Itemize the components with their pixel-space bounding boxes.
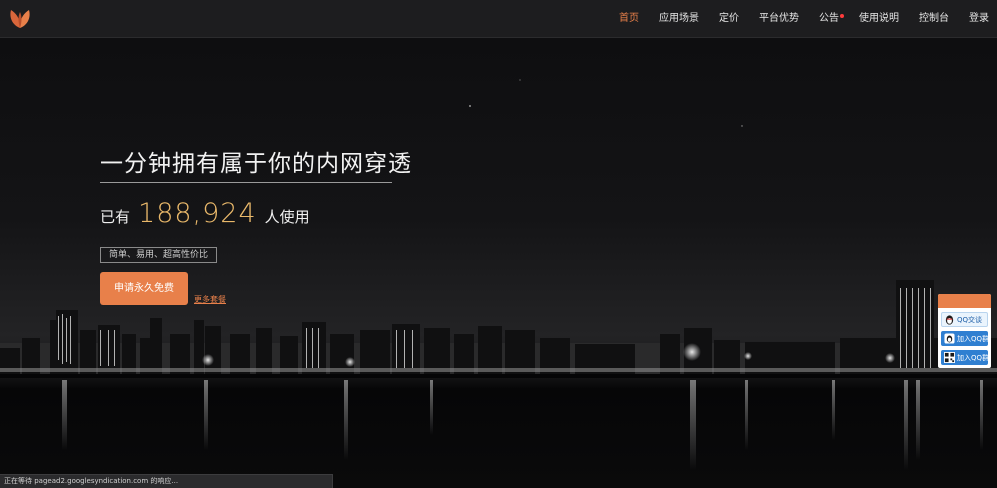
- notice-dot-icon: [840, 14, 844, 18]
- nav-advantages[interactable]: 平台优势: [759, 0, 799, 38]
- nav-login-label: 登录: [969, 13, 989, 24]
- qr-code-icon: [944, 352, 955, 363]
- user-count-row: 已有 188,924 人使用: [100, 198, 310, 234]
- nav-advantages-label: 平台优势: [759, 13, 799, 24]
- top-navbar: 首页 应用场景 定价 平台优势 公告 使用说明 控制台 登录: [0, 0, 997, 38]
- qq-contact-widget: QQ交谈 加入QQ群 加入QQ群: [938, 294, 991, 368]
- join-qq-group-qr-button[interactable]: 加入QQ群: [941, 350, 990, 365]
- browser-status-bar: 正在等待 pagead2.googlesyndication.com 的响应..…: [0, 474, 333, 488]
- nav-login[interactable]: 登录: [969, 0, 989, 38]
- join-qq-group-qr-label: 加入QQ群: [957, 353, 990, 362]
- nav-console[interactable]: 控制台: [919, 0, 949, 38]
- apply-free-button[interactable]: 申请永久免费: [100, 272, 188, 305]
- qq-chat-button[interactable]: QQ交谈: [941, 312, 988, 327]
- join-qq-group-label: 加入QQ群: [957, 334, 990, 343]
- nav-pricing-label: 定价: [719, 13, 739, 24]
- users-prefix: 已有: [100, 208, 131, 226]
- nav-pricing[interactable]: 定价: [719, 0, 739, 38]
- qq-penguin-icon: [945, 315, 954, 325]
- qq-chat-label: QQ交谈: [957, 315, 983, 324]
- join-qq-group-button[interactable]: 加入QQ群: [941, 331, 990, 346]
- nav-home[interactable]: 首页: [619, 0, 639, 38]
- nav-docs[interactable]: 使用说明: [859, 0, 899, 38]
- nav-announcements-label: 公告: [819, 13, 839, 24]
- main-nav: 首页 应用场景 定价 平台优势 公告 使用说明 控制台 登录: [599, 0, 989, 38]
- nav-announcements[interactable]: 公告: [819, 0, 844, 38]
- users-count: 188,924: [138, 198, 257, 229]
- qq-widget-header: [938, 294, 991, 308]
- nav-docs-label: 使用说明: [859, 13, 899, 24]
- users-suffix: 人使用: [264, 208, 310, 226]
- qq-group-icon: [944, 333, 955, 344]
- features-tagline: 简单、易用、超高性价比: [100, 247, 218, 263]
- night-city-skyline-image: [0, 79, 997, 470]
- hero-section: 一分钟拥有属于你的内网穿透 已有 188,924 人使用 简单、易用、超高性价比…: [0, 38, 997, 488]
- nav-scenarios-label: 应用场景: [659, 13, 699, 24]
- nav-console-label: 控制台: [919, 13, 949, 24]
- nav-home-label: 首页: [619, 13, 639, 24]
- more-plans-link[interactable]: 更多套餐: [194, 294, 226, 305]
- nav-scenarios[interactable]: 应用场景: [659, 0, 699, 38]
- brand-logo-icon[interactable]: [8, 8, 32, 30]
- headline-divider: [100, 182, 392, 183]
- hero-headline: 一分钟拥有属于你的内网穿透: [100, 151, 412, 177]
